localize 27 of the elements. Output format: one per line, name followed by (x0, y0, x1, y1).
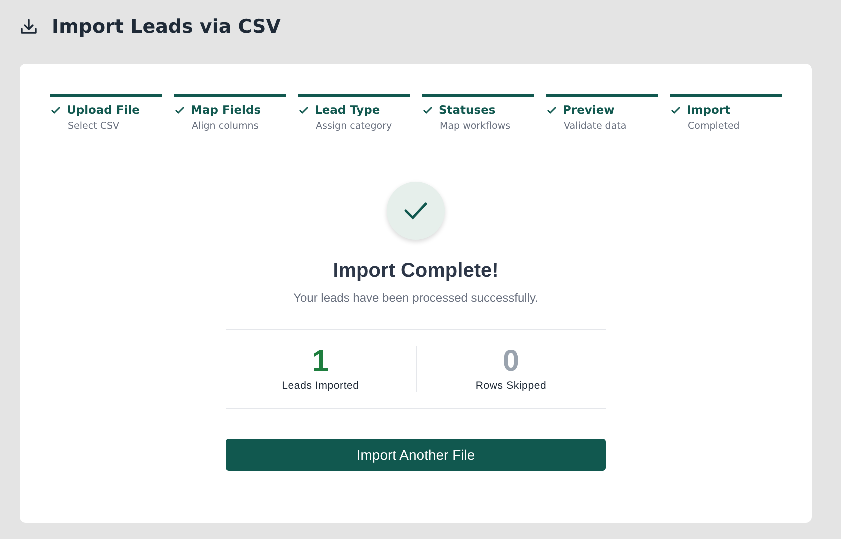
result-title: Import Complete! (333, 260, 499, 283)
step-title: Lead Type (315, 103, 380, 117)
step-subtitle: Completed (688, 121, 741, 132)
step-title: Import (687, 103, 731, 117)
check-icon (174, 104, 186, 116)
stat-label: Leads Imported (282, 380, 360, 392)
step-title: Upload File (67, 103, 140, 117)
check-icon (546, 104, 558, 116)
step-subtitle: Select CSV (68, 121, 120, 132)
page-title: Import Leads via CSV (52, 16, 281, 38)
stat-value: 0 (502, 346, 520, 378)
stat-label: Rows Skipped (476, 380, 547, 392)
check-icon (670, 104, 682, 116)
step-subtitle: Assign category (316, 121, 394, 132)
step-subtitle: Align columns (192, 121, 260, 132)
download-icon (20, 18, 38, 36)
step-title: Statuses (439, 103, 496, 117)
check-icon (298, 104, 310, 116)
result-message: Your leads have been processed successfully. (294, 291, 538, 305)
step-subtitle: Validate data (564, 121, 628, 132)
check-icon (422, 104, 434, 116)
check-icon (50, 104, 62, 116)
step-subtitle: Map workflows (440, 121, 512, 132)
import-another-button[interactable]: Import Another File (226, 439, 606, 471)
step-title: Preview (563, 103, 615, 117)
step-title: Map Fields (191, 103, 262, 117)
stat-value: 1 (312, 346, 330, 378)
